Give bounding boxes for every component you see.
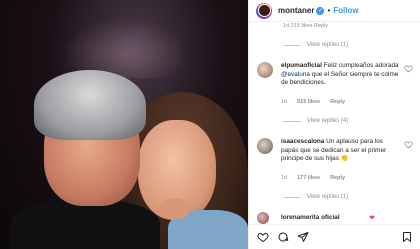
avatar[interactable]	[257, 62, 273, 78]
comment-meta: 1d 177 likes Reply	[281, 175, 345, 181]
comment-username[interactable]: lorenamerita oficial	[281, 214, 340, 221]
view-replies-button[interactable]: View replies (1)	[283, 42, 348, 48]
heart-icon[interactable]	[257, 231, 269, 243]
view-replies-button[interactable]: View replies (4)	[283, 118, 348, 124]
comment-text: elpumaoficial Feliz cumpleaños adorada @…	[281, 62, 399, 88]
comment-time: 1d	[281, 99, 288, 105]
reply-button[interactable]: Reply	[330, 175, 345, 181]
comment-time: 1d	[281, 175, 288, 181]
comment-likes[interactable]: 177 likes	[297, 175, 320, 181]
view-replies-label: View replies (1)	[307, 42, 349, 48]
man-shirt	[10, 200, 160, 249]
reply-button[interactable]: Reply	[330, 99, 345, 105]
post-header: montaner ✓ • Follow	[249, 0, 420, 22]
comment-meta: 1d 515 likes Reply	[281, 99, 345, 105]
action-bar	[249, 224, 420, 249]
avatar[interactable]	[257, 138, 273, 154]
partial-comment-meta: 1d 215 likes Reply	[283, 23, 328, 29]
comment-text: isaacescalona Un aplauso para los papás …	[281, 138, 399, 164]
comment-text-part: Feliz cumpleaños adorada	[323, 62, 399, 69]
heart-icon[interactable]	[404, 140, 413, 149]
post-username[interactable]: montaner	[278, 6, 314, 15]
comment-icon[interactable]	[277, 231, 289, 243]
view-replies-label: View replies (4)	[307, 118, 349, 124]
comment-username[interactable]: elpumaoficial	[281, 62, 322, 69]
mention-link[interactable]: @evaluna	[281, 71, 310, 78]
view-replies-button[interactable]: View replies (1)	[283, 194, 348, 200]
man-hair	[34, 70, 146, 140]
verified-icon: ✓	[316, 6, 325, 15]
post-photo[interactable]	[0, 0, 248, 249]
avatar[interactable]	[257, 212, 269, 224]
bookmark-icon[interactable]	[401, 231, 413, 243]
comment-likes[interactable]: 515 likes	[297, 99, 320, 105]
stage-light	[60, 18, 190, 78]
comment-username[interactable]: isaacescalona	[281, 138, 324, 145]
view-replies-label: View replies (1)	[307, 194, 349, 200]
comments-panel: montaner ✓ • Follow 1d 215 likes Reply V…	[248, 0, 420, 249]
hand	[160, 198, 190, 220]
red-heart-emoji: ❤	[369, 215, 375, 222]
avatar[interactable]	[256, 2, 272, 19]
share-icon[interactable]	[297, 231, 309, 243]
follow-button[interactable]: Follow	[333, 6, 358, 15]
heart-icon[interactable]	[404, 64, 413, 73]
comment-item-partial: lorenamerita oficial ❤	[257, 212, 420, 224]
separator-dot: •	[327, 6, 331, 15]
